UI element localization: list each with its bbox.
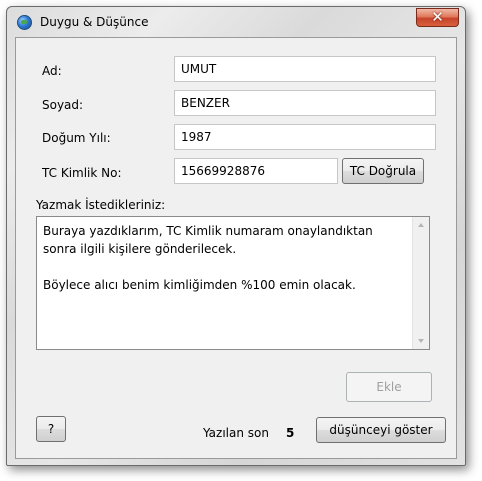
message-label: Yazmak İstedikleriniz: xyxy=(36,198,166,212)
soyad-label: Soyad: xyxy=(42,98,84,112)
message-text: Buraya yazdıklarım, TC Kimlik numaram on… xyxy=(43,224,373,292)
status-label: Yazılan son xyxy=(203,426,269,440)
close-button[interactable]: ✕ xyxy=(416,8,459,27)
ad-input[interactable] xyxy=(174,56,436,82)
dogum-yili-input[interactable] xyxy=(174,124,436,150)
status-count: 5 xyxy=(286,426,295,440)
close-icon: ✕ xyxy=(431,8,444,26)
app-window: Duygu & Düşünce ✕ Ad: Soyad: Doğum Yılı:… xyxy=(6,6,466,466)
soyad-input[interactable] xyxy=(174,90,436,116)
show-thought-button[interactable]: düşünceyi göster xyxy=(316,417,446,443)
help-button[interactable]: ? xyxy=(36,416,66,442)
ad-label: Ad: xyxy=(42,64,62,78)
tc-input[interactable] xyxy=(174,158,338,184)
window-title: Duygu & Düşünce xyxy=(40,15,149,29)
add-button[interactable]: Ekle xyxy=(346,372,432,402)
form-panel: Ad: Soyad: Doğum Yılı: TC Kimlik No: TC … xyxy=(15,37,457,459)
tc-label: TC Kimlik No: xyxy=(42,166,122,180)
dogum-yili-label: Doğum Yılı: xyxy=(42,131,111,145)
title-bar[interactable]: Duygu & Düşünce ✕ xyxy=(7,7,465,37)
message-textarea[interactable]: Buraya yazdıklarım, TC Kimlik numaram on… xyxy=(36,216,430,350)
globe-icon xyxy=(17,15,32,30)
scroll-up-icon[interactable] xyxy=(418,223,424,227)
message-scrollbar[interactable] xyxy=(412,217,429,349)
scroll-down-icon[interactable] xyxy=(418,339,424,343)
tc-verify-button[interactable]: TC Doğrula xyxy=(342,158,424,184)
